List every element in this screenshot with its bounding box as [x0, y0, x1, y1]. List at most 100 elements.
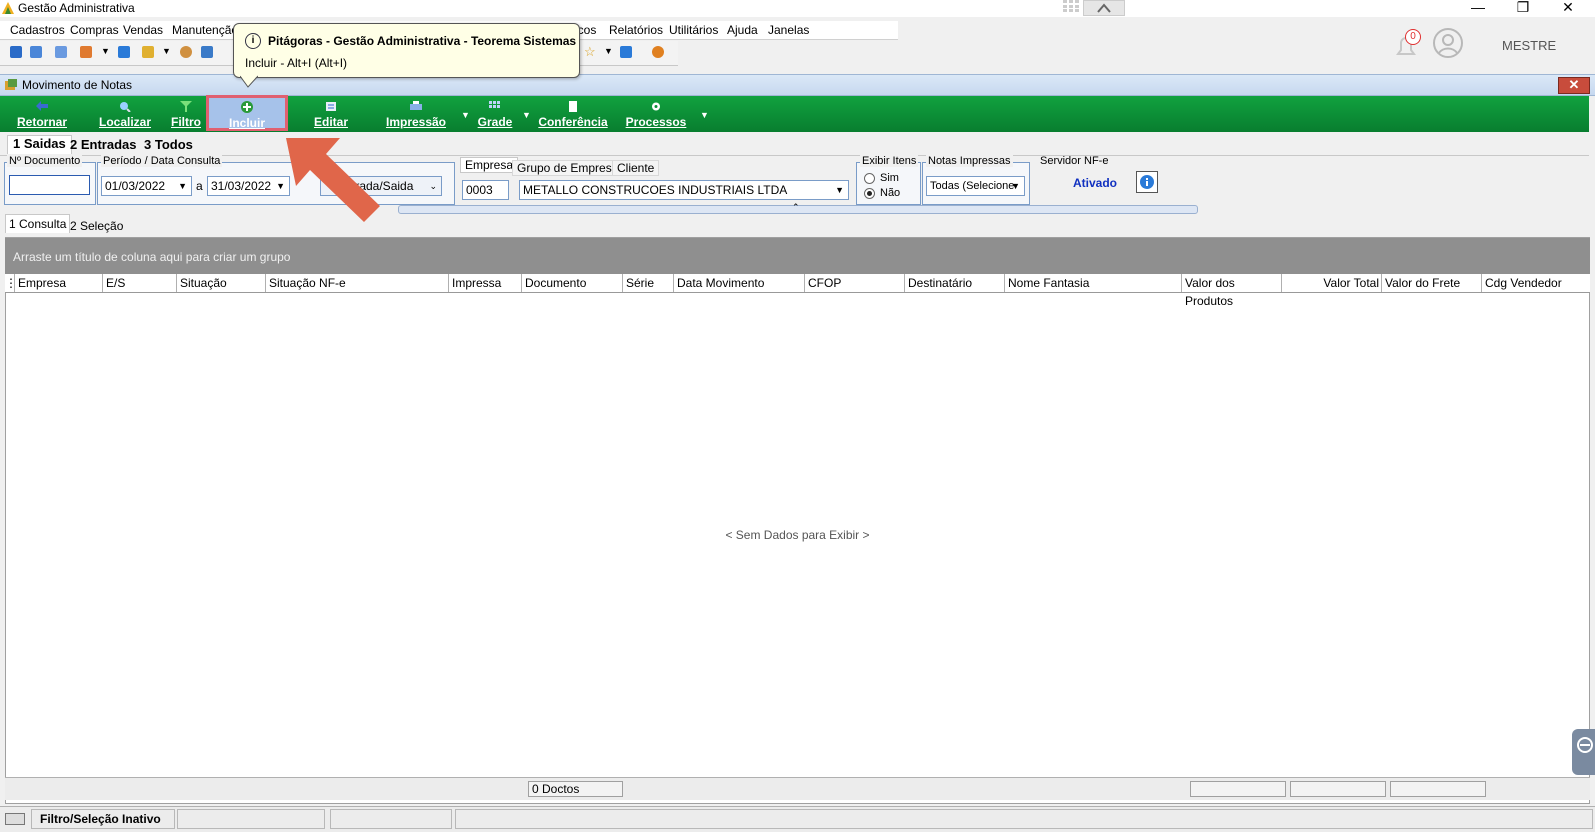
processos-dropdown-icon[interactable]: ▼ — [700, 110, 709, 120]
empty-grid-message: < Sem Dados para Exibir > — [725, 528, 870, 542]
period-label: Período / Data Consulta — [101, 155, 223, 167]
window-title: Gestão Administrativa — [18, 1, 135, 15]
chevron-up-icon[interactable]: ⌃ — [792, 202, 800, 213]
col-impressa[interactable]: Impressa — [449, 274, 522, 292]
tab-todos[interactable]: 3 Todos — [144, 137, 193, 155]
dropdown-arrow-icon: ▼ — [178, 181, 187, 191]
tab-grupo-empresa[interactable]: Grupo de Empresa — [512, 160, 624, 176]
edit-icon — [326, 102, 336, 111]
monitor-icon[interactable] — [30, 46, 42, 58]
document-icon[interactable] — [118, 46, 130, 58]
col-serie[interactable]: Série — [623, 274, 674, 292]
notas-impressas-select[interactable]: Todas (Selecione ▼ — [926, 176, 1025, 196]
tab-entradas[interactable]: 2 Entradas — [70, 137, 136, 155]
col-cfop[interactable]: CFOP — [805, 274, 905, 292]
status-panel-4 — [455, 809, 1593, 829]
user-name: MESTRE — [1502, 38, 1557, 53]
col-nome-fantasia[interactable]: Nome Fantasia — [1005, 274, 1182, 292]
filtro-button[interactable]: Filtro — [165, 96, 207, 132]
servidor-info-button[interactable] — [1136, 171, 1158, 193]
date-separator: a — [196, 179, 203, 193]
info-square-icon[interactable] — [620, 46, 632, 58]
child-close-button[interactable]: ✕ — [1558, 77, 1590, 94]
col-data-movimento[interactable]: Data Movimento — [674, 274, 805, 292]
power-icon[interactable] — [652, 46, 664, 58]
menu-ajuda[interactable]: Ajuda — [727, 23, 758, 37]
column-chooser-icon[interactable]: ⋮ — [5, 274, 17, 292]
grade-dropdown-icon[interactable]: ▼ — [522, 110, 531, 120]
close-button[interactable]: ✕ — [1548, 0, 1588, 17]
footer-total-3 — [1390, 781, 1486, 797]
menu-utilitarios[interactable]: Utilitários — [669, 23, 718, 37]
menu-relatorios[interactable]: Relatórios — [609, 23, 663, 37]
radio-sim[interactable] — [864, 173, 875, 184]
dropdown-arrow-icon[interactable]: ▼ — [162, 46, 171, 56]
incluir-tooltip: i Pitágoras - Gestão Administrativa - Te… — [233, 23, 580, 78]
servidor-nfe-label: Servidor NF-e — [1040, 155, 1109, 167]
grid-view-icon[interactable] — [1063, 0, 1079, 12]
date-from-input[interactable]: 01/03/2022 ▼ — [101, 176, 192, 196]
empresa-name-select[interactable]: METALLO CONSTRUCOES INDUSTRIAIS LTDA ▼ — [519, 180, 849, 200]
avatar-icon[interactable] — [1433, 28, 1463, 58]
group-by-panel[interactable]: Arraste um título de coluna aqui para cr… — [5, 238, 1590, 274]
empresa-code-input[interactable]: 0003 — [462, 180, 509, 200]
grade-button[interactable]: Grade — [474, 96, 516, 132]
restore-button[interactable]: ❐ — [1503, 0, 1543, 17]
conferencia-button[interactable]: Conferência — [536, 96, 610, 132]
menu-vendas[interactable]: Vendas — [123, 23, 163, 37]
col-valor-frete[interactable]: Valor do Frete — [1382, 274, 1482, 292]
dropdown-arrow-icon[interactable]: ▼ — [604, 46, 613, 56]
doc-number-label: Nº Documento — [7, 155, 83, 167]
data-grid — [5, 237, 1590, 804]
col-situacao-nfe[interactable]: Situação NF-e — [266, 274, 449, 292]
list-icon[interactable] — [80, 46, 92, 58]
col-destinatario[interactable]: Destinatário — [905, 274, 1005, 292]
col-valor-produtos[interactable]: Valor dos Produtos — [1182, 274, 1282, 308]
action-ribbon: Retornar Localizar Filtro Incluir Editar… — [0, 95, 1589, 132]
back-arrow-icon — [36, 101, 48, 111]
tab-saidas[interactable]: 1 Saidas — [7, 135, 72, 154]
building-icon[interactable] — [201, 46, 213, 58]
col-documento[interactable]: Documento — [522, 274, 623, 292]
printer-icon — [410, 101, 422, 110]
notification-badge: 0 — [1405, 29, 1421, 45]
tooltip-title: Pitágoras - Gestão Administrativa - Teor… — [268, 34, 577, 48]
tooltip-pointer — [240, 75, 258, 88]
impressao-dropdown-icon[interactable]: ▼ — [461, 110, 470, 120]
minimize-button[interactable]: — — [1458, 0, 1498, 17]
menu-compras[interactable]: Compras — [70, 23, 119, 37]
col-es[interactable]: E/S — [103, 274, 177, 292]
status-panel-2 — [177, 809, 325, 829]
tooltip-text: Incluir - Alt+I (Alt+I) — [245, 56, 348, 70]
plus-circle-icon — [241, 101, 253, 113]
col-empresa[interactable]: Empresa — [15, 274, 103, 292]
side-panel-handle[interactable] — [1572, 729, 1595, 775]
collapse-icon[interactable] — [1083, 0, 1125, 16]
child-window-title: Movimento de Notas — [22, 78, 133, 92]
doc-number-input[interactable] — [9, 175, 90, 195]
col-cdg-vendedor[interactable]: Cdg Vendedor — [1482, 274, 1590, 292]
radio-nao[interactable] — [864, 188, 875, 199]
user-icon[interactable] — [180, 46, 192, 58]
subtab-selecao[interactable]: 2 Seleção — [67, 217, 126, 235]
retornar-button[interactable]: Retornar — [10, 96, 74, 132]
menu-manutencao[interactable]: Manutenção — [172, 23, 238, 37]
radio-sim-label: Sim — [880, 172, 899, 184]
menu-janelas[interactable]: Janelas — [768, 23, 809, 37]
col-situacao[interactable]: Situação — [177, 274, 266, 292]
menu-cadastros[interactable]: Cadastros — [10, 23, 65, 37]
dropdown-arrow-icon[interactable]: ▼ — [101, 46, 110, 56]
impressao-button[interactable]: Impressão — [380, 96, 452, 132]
folder-icon[interactable] — [142, 46, 154, 58]
tab-cliente[interactable]: Cliente — [612, 160, 660, 176]
card-icon[interactable] — [55, 46, 67, 58]
processos-button[interactable]: Processos — [622, 96, 690, 132]
doc-count: 0 Doctos — [528, 781, 623, 797]
tab-empresa[interactable]: Empresa — [460, 157, 519, 173]
col-valor-total[interactable]: Valor Total — [1282, 274, 1382, 292]
subtab-consulta[interactable]: 1 Consulta — [5, 214, 71, 233]
calendar-icon[interactable] — [10, 46, 22, 58]
star-icon[interactable]: ☆ — [584, 44, 596, 60]
filter-status: Filtro/Seleção Inativo — [31, 809, 175, 829]
localizar-button[interactable]: Localizar — [94, 96, 156, 132]
